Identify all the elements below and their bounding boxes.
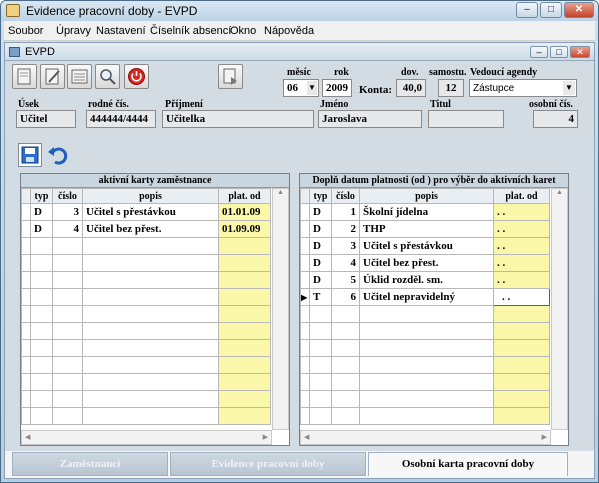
col-cislo: číslo (52, 188, 83, 204)
scroll-right-icon[interactable]: ▶ (263, 433, 268, 441)
rc-field: 444444/4444 (86, 110, 156, 128)
menu-bar: Soubor Úpravy Nastavení Číselník absencí… (4, 21, 595, 41)
export-icon[interactable] (218, 64, 243, 89)
current-row-marker-icon: ▶ (300, 288, 310, 306)
inner-title-bar (5, 43, 594, 61)
col-typ: typ (30, 188, 53, 204)
inner-window-title: EVPD (25, 46, 55, 58)
usek-label: Úsek (18, 99, 40, 110)
table-row[interactable]: D 4 Učitel bez přest.. . (300, 254, 550, 272)
scroll-right-icon[interactable]: ▶ (542, 433, 547, 441)
samostu-field: 12 (438, 79, 464, 97)
dov-field: 40,0 (396, 79, 426, 97)
grid-title: aktivní karty zaměstnance (21, 174, 289, 188)
table-row[interactable]: D 3 Učitel s přestávkou. . (300, 237, 550, 255)
inner-minimize-button[interactable]: – (530, 46, 548, 58)
active-cards-table: typ číslo popis plat. od D 3 Učitel s přestáv… (21, 188, 271, 425)
new-record-icon[interactable] (12, 64, 37, 89)
titul-label: Titul (430, 99, 451, 110)
osobni-label: osobní čís. (529, 99, 573, 110)
dov-label: dov. (401, 67, 419, 78)
scroll-left-icon[interactable]: ◀ (304, 433, 309, 441)
menu-upravy[interactable]: Úpravy (56, 25, 91, 37)
menu-okno[interactable]: Okno (230, 25, 256, 37)
col-cislo: číslo (331, 188, 360, 204)
vedouci-select[interactable]: Zástupce ▼ (469, 79, 577, 97)
edit-record-icon[interactable] (40, 64, 65, 89)
mesic-select[interactable]: 06 ▼ (283, 79, 319, 97)
col-typ: typ (309, 188, 332, 204)
scroll-up-icon[interactable]: ▲ (552, 189, 567, 196)
col-popis: popis (359, 188, 494, 204)
usek-field: Učitel (16, 110, 76, 128)
prijmeni-label: Příjmení (165, 99, 203, 110)
horizontal-scrollbar[interactable]: ◀ ▶ (21, 430, 272, 445)
mesic-label: měsíc (287, 67, 311, 78)
rok-field[interactable]: 2009 (322, 79, 352, 97)
inner-window-icon (9, 47, 20, 57)
col-plat-od: plat. od (493, 188, 550, 204)
table-row[interactable]: D 3 Učitel s přestávkou 01.01.09 (21, 203, 271, 221)
table-row[interactable]: D 5 Úklid rozděl. sm.. . (300, 271, 550, 289)
table-row-current[interactable]: ▶ T 6 Učitel nepravidelný. . (300, 288, 550, 306)
close-button[interactable]: ✕ (564, 2, 594, 18)
jmeno-label: Jméno (320, 99, 349, 110)
tab-osobni-karta[interactable]: Osobní karta pracovní doby (368, 452, 568, 476)
available-cards-grid: Doplň datum platnosti (od ) pro výběr do… (299, 173, 569, 446)
menu-soubor[interactable]: Soubor (8, 25, 43, 37)
col-popis: popis (82, 188, 219, 204)
rok-label: rok (334, 67, 349, 78)
tab-zamestnanci[interactable]: Zaměstnanci (12, 452, 168, 476)
samostu-label: samostu. (429, 67, 467, 78)
prijmeni-field: Učitelka (162, 110, 314, 128)
chevron-down-icon: ▼ (563, 81, 575, 95)
available-cards-table: typ číslo popis plat. od D 1 Školní jídelna. … (300, 188, 550, 425)
vertical-scrollbar[interactable]: ▲ (272, 188, 289, 430)
menu-napoveda[interactable]: Nápověda (264, 25, 314, 37)
col-plat-od: plat. od (218, 188, 271, 204)
chevron-down-icon: ▼ (307, 81, 317, 95)
minimize-button[interactable]: – (516, 2, 538, 18)
app-icon (6, 4, 20, 17)
menu-nastaveni[interactable]: Nastavení (96, 25, 146, 37)
save-icon[interactable] (18, 143, 42, 167)
menu-ciselnik-absenci[interactable]: Číselník absencí (150, 25, 231, 37)
konta-label: Konta: (359, 84, 392, 96)
tab-evidence-pracovni-doby[interactable]: Evidence pracovní doby (170, 452, 366, 476)
undo-icon[interactable] (45, 143, 69, 167)
scroll-up-icon[interactable]: ▲ (273, 189, 288, 196)
active-cards-grid: aktivní karty zaměstnance typ číslo popis p… (20, 173, 290, 446)
table-row[interactable]: D 1 Školní jídelna. . (300, 203, 550, 221)
power-exit-icon[interactable] (124, 64, 149, 89)
window-title: Evidence pracovní doby - EVPD (26, 4, 198, 18)
scroll-left-icon[interactable]: ◀ (25, 433, 30, 441)
list-icon[interactable] (67, 64, 92, 89)
search-icon[interactable] (95, 64, 120, 89)
jmeno-field: Jaroslava (318, 110, 422, 128)
table-row[interactable]: D 4 Učitel bez přest. 01.09.09 (21, 220, 271, 238)
table-row[interactable]: D 2 THP. . (300, 220, 550, 238)
rc-label: rodné čís. (88, 99, 129, 110)
titul-field (428, 110, 504, 128)
vedouci-label: Vedoucí agendy (470, 67, 538, 78)
inner-maximize-button[interactable]: □ (550, 46, 568, 58)
grid-title: Doplň datum platnosti (od ) pro výběr do… (300, 174, 568, 188)
maximize-button[interactable]: □ (540, 2, 562, 18)
inner-close-button[interactable]: ✕ (570, 46, 590, 58)
horizontal-scrollbar[interactable]: ◀ ▶ (300, 430, 551, 445)
osobni-field: 4 (533, 110, 578, 128)
vertical-scrollbar[interactable]: ▲ (551, 188, 568, 430)
